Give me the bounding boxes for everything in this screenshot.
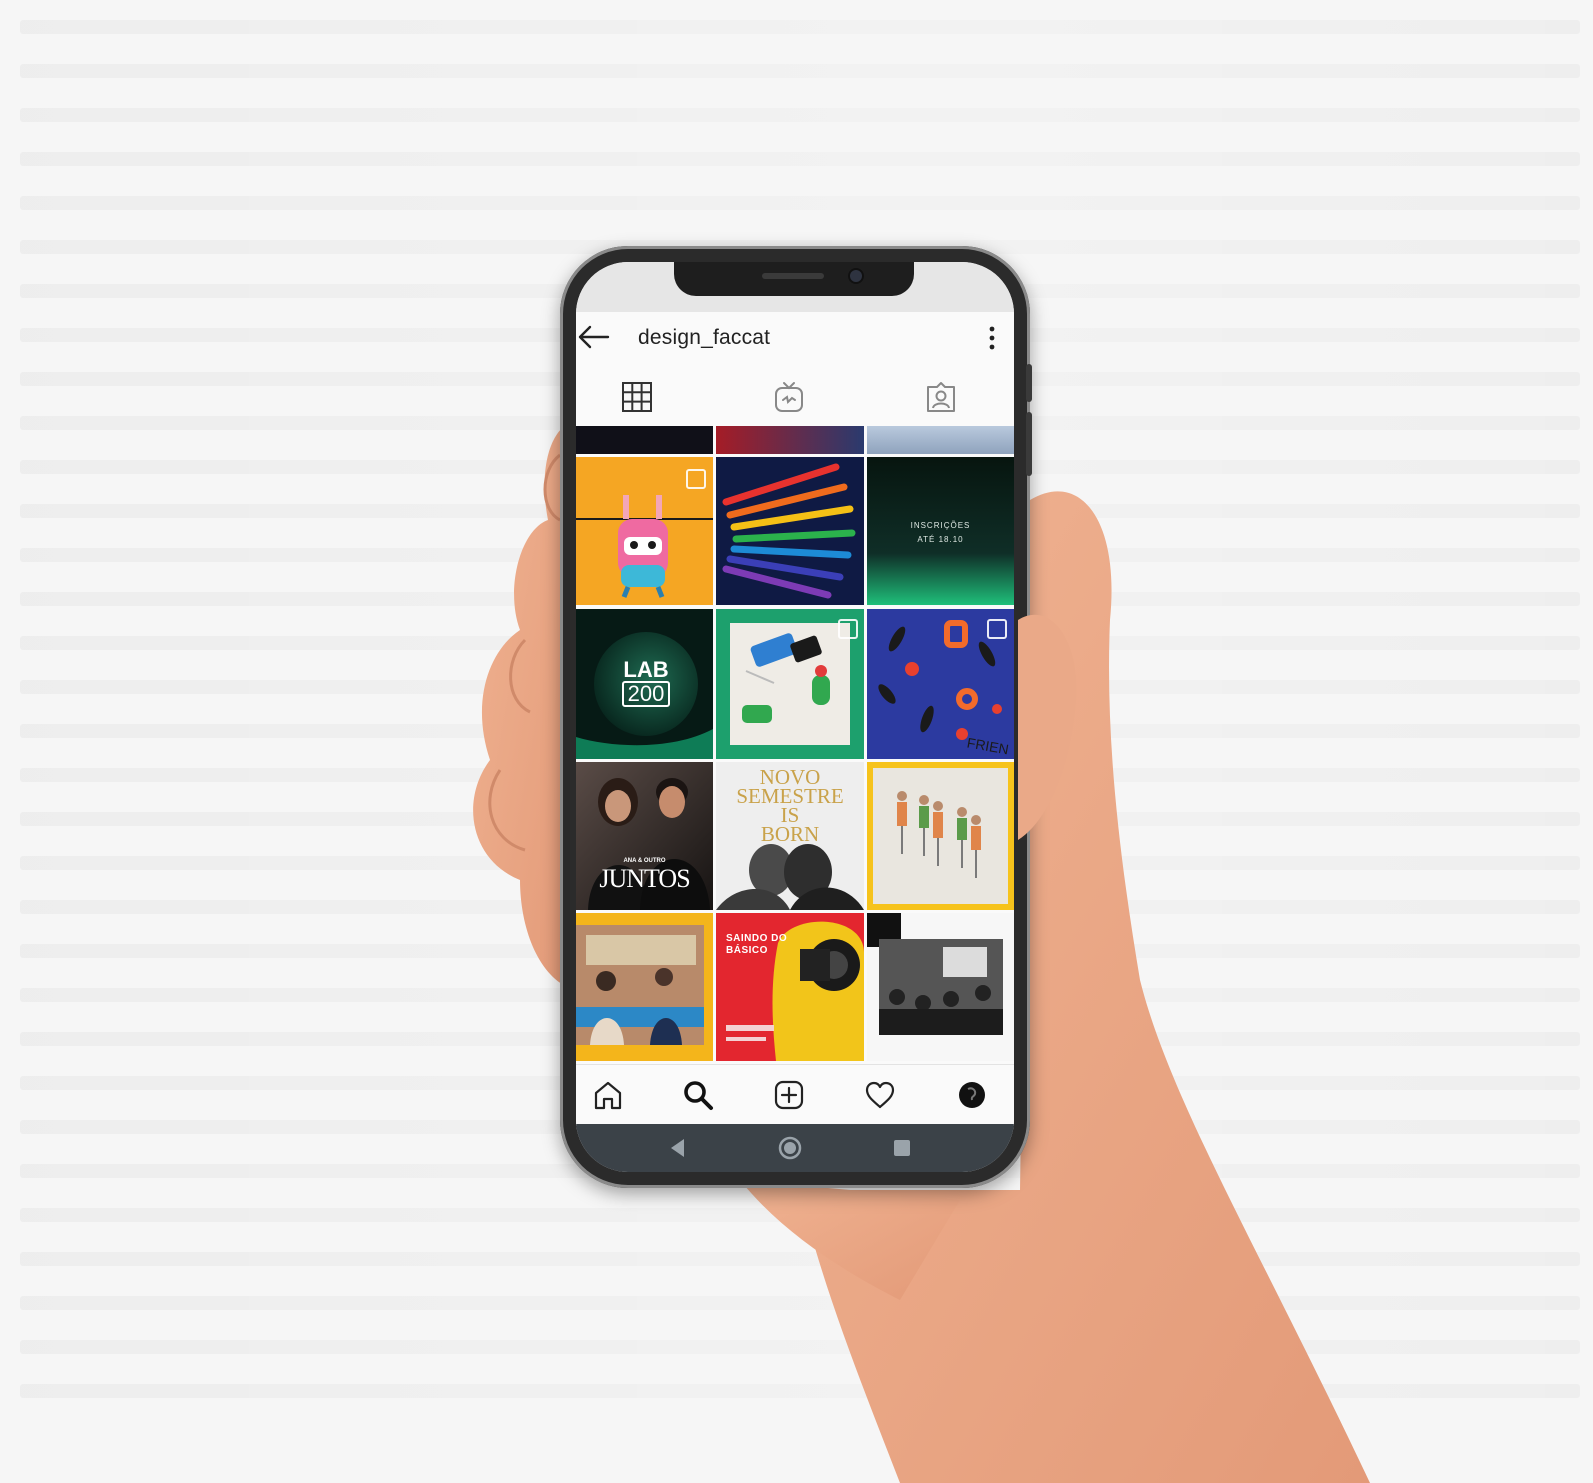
post-tile-partial[interactable]	[867, 426, 1014, 454]
nav-activity[interactable]	[864, 1079, 896, 1111]
phone-device: design_faccat INSCRIÇÕES ATÉ 18.10 LAB 2…	[560, 246, 1032, 1188]
more-vertical-icon[interactable]	[986, 324, 998, 352]
post-tile-inscricoes[interactable]: INSCRIÇÕES ATÉ 18.10	[867, 457, 1014, 605]
nav-search[interactable]	[682, 1079, 714, 1111]
tab-igtv[interactable]	[772, 380, 806, 414]
igtv-icon	[775, 382, 803, 412]
post-caption-subtitle: ATÉ 18.10	[917, 535, 964, 544]
phone-notch	[674, 262, 914, 296]
exhibition-photo-image	[576, 913, 713, 1061]
add-post-icon	[774, 1080, 804, 1110]
tab-grid[interactable]	[620, 380, 654, 414]
tagged-user-icon	[927, 382, 955, 412]
post-tile-novo-semestre[interactable]: NOVO SEMESTRE IS BORN	[716, 762, 864, 910]
fashion-sketches-image	[867, 762, 1014, 910]
square-recents-icon[interactable]	[890, 1136, 914, 1160]
post-caption-title: LAB	[623, 657, 669, 682]
post-tile-lab200[interactable]: LAB 200	[576, 609, 713, 759]
profile-username: design_faccat	[638, 326, 771, 349]
classroom-photo-image	[867, 913, 1014, 1061]
circle-home-icon[interactable]	[778, 1136, 802, 1160]
post-tile-character[interactable]	[576, 457, 713, 605]
multiple-photos-icon	[838, 619, 858, 639]
post-caption-title: INSCRIÇÕES	[910, 521, 971, 530]
post-tile-juntos[interactable]: ANA & OUTRO JUNTOS	[576, 762, 713, 910]
post-tile-pens[interactable]	[716, 457, 864, 605]
post-caption-title: SAINDO DO BÁSICO	[726, 933, 788, 956]
posts-grid: INSCRIÇÕES ATÉ 18.10 LAB 200 FRIEN ANA &…	[576, 426, 1014, 1064]
nav-add[interactable]	[773, 1079, 805, 1111]
profile-header: design_faccat	[576, 312, 1014, 364]
triangle-back-icon[interactable]	[666, 1136, 690, 1160]
home-icon	[594, 1081, 622, 1110]
grid-icon	[622, 382, 652, 412]
post-tile-saindo-do-basico[interactable]: SAINDO DO BÁSICO	[716, 913, 864, 1061]
multiple-photos-icon	[686, 469, 706, 489]
post-caption-title: NOVO SEMESTRE IS BORN	[736, 765, 844, 846]
nav-home[interactable]	[592, 1079, 624, 1111]
profile-tabs	[576, 364, 1014, 426]
colored-pens-image	[716, 457, 864, 605]
post-tile-partial[interactable]	[576, 426, 713, 454]
nav-profile[interactable]	[956, 1079, 988, 1111]
post-tile-pattern[interactable]: FRIEN	[867, 609, 1014, 759]
post-tile-fashion-sketch[interactable]	[867, 762, 1014, 910]
tab-tagged[interactable]	[924, 380, 958, 414]
post-tile-partial[interactable]	[716, 426, 864, 454]
post-tile-exhibition[interactable]	[576, 913, 713, 1061]
phone-side-button	[1026, 364, 1032, 402]
multiple-photos-icon	[987, 619, 1007, 639]
profile-avatar-icon	[959, 1082, 985, 1108]
post-tile-classroom[interactable]	[867, 913, 1014, 1061]
arrow-left-icon[interactable]	[576, 324, 610, 350]
post-caption-title: JUNTOS	[599, 864, 690, 893]
post-tile-toys[interactable]	[716, 609, 864, 759]
search-icon	[684, 1081, 713, 1110]
bottom-navigation	[576, 1064, 1014, 1125]
android-navigation-bar	[576, 1124, 1014, 1172]
heart-icon	[865, 1081, 895, 1109]
phone-side-button	[1026, 412, 1032, 476]
phone-screen: design_faccat INSCRIÇÕES ATÉ 18.10 LAB 2…	[576, 262, 1014, 1172]
post-caption-subtitle: 200	[622, 681, 670, 707]
